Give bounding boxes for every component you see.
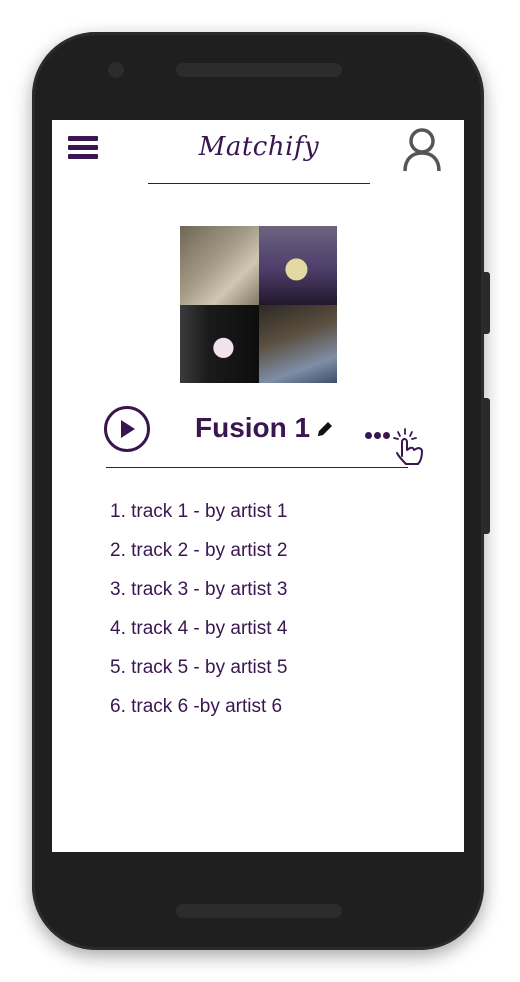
track-item[interactable]: 2. track 2 - by artist 2 xyxy=(110,539,287,578)
play-icon xyxy=(121,420,135,438)
cover-tile-duck xyxy=(258,226,337,305)
playlist-cover-art xyxy=(180,226,337,383)
cover-tile-plush xyxy=(180,304,259,383)
title-divider xyxy=(106,467,408,468)
track-list: 1. track 1 - by artist 1 2. track 2 - by… xyxy=(110,500,287,734)
track-item[interactable]: 5. track 5 - by artist 5 xyxy=(110,656,287,695)
app-screen: Matchify Fusion 1 1. track 1 - by artist… xyxy=(52,120,464,852)
user-profile-icon[interactable] xyxy=(402,127,442,173)
earpiece-speaker xyxy=(176,63,342,77)
volume-button xyxy=(484,398,490,534)
track-item[interactable]: 6. track 6 -by artist 6 xyxy=(110,695,287,734)
cover-tile-heart-book xyxy=(180,226,259,305)
cover-tile-sneakers xyxy=(258,304,337,383)
header-divider xyxy=(148,183,370,184)
app-brand-title: Matchify xyxy=(198,132,320,162)
front-camera xyxy=(108,62,124,78)
pencil-icon[interactable] xyxy=(316,420,334,438)
power-button xyxy=(484,272,490,334)
track-item[interactable]: 3. track 3 - by artist 3 xyxy=(110,578,287,617)
bottom-speaker xyxy=(176,904,342,918)
track-item[interactable]: 4. track 4 - by artist 4 xyxy=(110,617,287,656)
hamburger-menu-icon[interactable] xyxy=(68,136,98,162)
playlist-title: Fusion 1 xyxy=(195,412,311,443)
track-item[interactable]: 1. track 1 - by artist 1 xyxy=(110,500,287,539)
tap-gesture-icon xyxy=(393,428,423,465)
play-button[interactable] xyxy=(104,406,150,452)
